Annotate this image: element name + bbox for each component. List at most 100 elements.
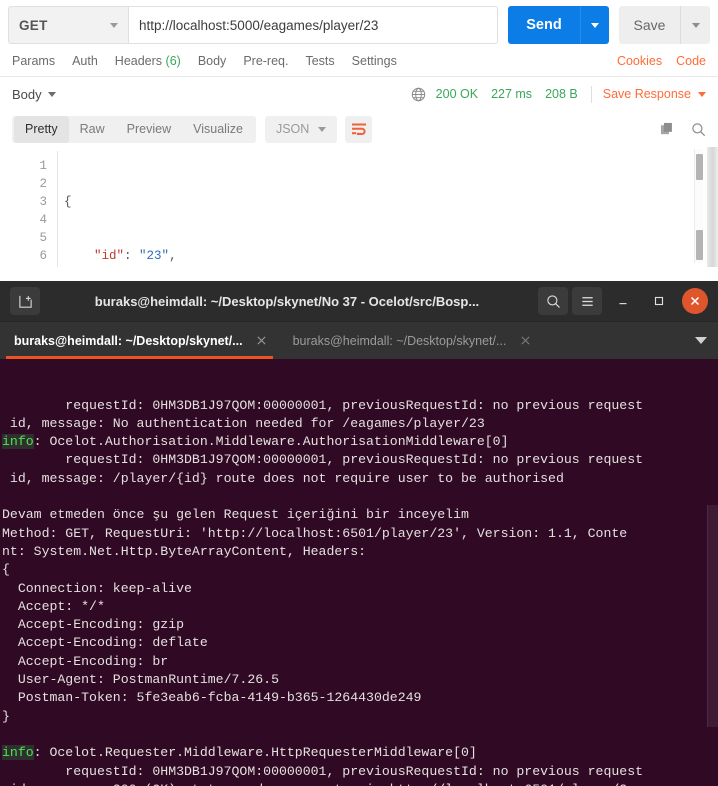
response-view-toolbar: Pretty Raw Preview Visualize JSON xyxy=(0,111,718,147)
request-tabs: Params Auth Headers (6) Body Pre-req. Te… xyxy=(0,45,718,77)
request-url-input[interactable]: http://localhost:5000/eagames/player/23 xyxy=(128,6,498,44)
word-wrap-button[interactable] xyxy=(345,115,373,143)
response-time: 227 ms xyxy=(491,87,533,101)
response-meta: 200 OK 227 ms 208 B Save Response xyxy=(411,85,706,103)
terminal-line-text: : Ocelot.Requester.Middleware.HttpReques… xyxy=(33,745,477,761)
chevron-down-icon[interactable] xyxy=(47,91,56,97)
globe-icon xyxy=(411,87,426,102)
send-options-button[interactable] xyxy=(580,6,609,44)
tab-label: Tests xyxy=(305,53,335,68)
tab-body[interactable]: Body xyxy=(198,54,227,68)
terminal-line: Accept-Encoding: br xyxy=(2,653,169,669)
response-status-code: 200 OK xyxy=(435,87,479,101)
minimize-button[interactable] xyxy=(608,287,638,315)
terminal-line: Accept: */* xyxy=(2,598,105,614)
view-tab-raw[interactable]: Raw xyxy=(69,116,116,143)
maximize-button[interactable] xyxy=(644,287,674,315)
chevron-down-icon xyxy=(110,22,118,28)
maximize-icon xyxy=(654,296,664,306)
response-actions xyxy=(660,122,706,137)
response-body-label: Body xyxy=(12,86,42,102)
terminal-line: requestId: 0HM3DB1J97QOM:00000001, previ… xyxy=(2,452,644,468)
save-options-button[interactable] xyxy=(680,6,710,44)
close-icon xyxy=(690,296,700,306)
terminal-line: Devam etmeden önce şu gelen Request içer… xyxy=(2,507,469,523)
tab-list-button[interactable] xyxy=(684,322,718,359)
json-open-brace: { xyxy=(64,195,72,209)
terminal-search-button[interactable] xyxy=(538,287,568,315)
code-link[interactable]: Code xyxy=(676,54,706,68)
terminal-line: info: Ocelot.Authorisation.Middleware.Au… xyxy=(1,433,718,451)
chevron-down-icon xyxy=(691,22,700,28)
terminal-line: } xyxy=(2,708,10,724)
json-line: "id": "23", xyxy=(57,247,718,265)
tab-auth[interactable]: Auth xyxy=(72,54,98,68)
http-method-dropdown[interactable]: GET xyxy=(8,6,128,44)
json-colon: : xyxy=(124,249,140,263)
terminal-window-title: buraks@heimdall: ~/Desktop/skynet/No 37 … xyxy=(94,293,480,309)
response-format-label: JSON xyxy=(275,122,310,136)
json-comma: , xyxy=(169,249,177,263)
terminal-output[interactable]: requestId: 0HM3DB1J97QOM:00000001, previ… xyxy=(0,359,718,786)
scrollbar-thumb[interactable] xyxy=(696,230,703,260)
terminal-line: Method: GET, RequestUri: 'http://localho… xyxy=(2,525,628,541)
terminal-tab-2[interactable]: buraks@heimdall: ~/Desktop/skynet/... xyxy=(279,322,543,359)
tab-settings[interactable]: Settings xyxy=(352,54,397,68)
tab-params[interactable]: Params xyxy=(12,54,55,68)
request-tabs-right: Cookies Code xyxy=(603,54,706,68)
save-button[interactable]: Save xyxy=(619,6,680,44)
terminal-tabbar: buraks@heimdall: ~/Desktop/skynet/... bu… xyxy=(0,322,718,359)
tab-label: Pre-req. xyxy=(243,53,289,68)
line-numbers: 1 2 3 4 5 6 xyxy=(39,159,47,263)
terminal-tab-1[interactable]: buraks@heimdall: ~/Desktop/skynet/... xyxy=(0,322,279,359)
response-size: 208 B xyxy=(545,87,578,101)
terminal-line-text: : Ocelot.Authorisation.Middleware.Author… xyxy=(33,434,509,450)
terminal-line: id, message: 200 (OK) status code, reque… xyxy=(1,781,718,786)
tab-tests[interactable]: Tests xyxy=(305,54,334,68)
minimize-icon xyxy=(619,303,627,305)
chevron-down-icon[interactable] xyxy=(698,91,706,97)
search-icon xyxy=(546,294,560,308)
tab-prerequest[interactable]: Pre-req. xyxy=(243,54,288,68)
chevron-down-icon xyxy=(591,22,599,28)
terminal-line: Accept-Encoding: deflate xyxy=(2,635,208,651)
save-response-button[interactable]: Save Response xyxy=(603,87,691,101)
copy-icon[interactable] xyxy=(660,122,675,137)
terminal-line: requestId: 0HM3DB1J97QOM:00000001, previ… xyxy=(2,397,644,413)
response-format-dropdown[interactable]: JSON xyxy=(264,115,338,143)
panel-edge xyxy=(707,147,718,267)
close-icon[interactable] xyxy=(255,334,269,348)
terminal-line: info: Ocelot.Requester.Middleware.HttpRe… xyxy=(1,744,718,762)
scrollbar-thumb[interactable] xyxy=(696,154,703,180)
terminal-line: { xyxy=(2,562,10,578)
send-button-group: Send xyxy=(508,6,609,44)
terminal-scrollbar[interactable] xyxy=(706,359,718,786)
json-code[interactable]: { "id": "23", "fullname": "Megen Enever"… xyxy=(57,147,718,267)
chevron-down-icon xyxy=(318,126,327,132)
response-view-tabs: Pretty Raw Preview Visualize xyxy=(12,115,256,143)
response-scrollbar[interactable] xyxy=(694,149,703,263)
tab-headers[interactable]: Headers (6) xyxy=(115,54,181,68)
response-status-bar: Body 200 OK 227 ms 208 B Save Response xyxy=(0,77,718,111)
terminal-line: Connection: keep-alive xyxy=(2,580,192,596)
close-button[interactable] xyxy=(682,288,708,314)
scrollbar-thumb[interactable] xyxy=(707,505,718,727)
view-tab-visualize[interactable]: Visualize xyxy=(182,116,254,143)
tab-label: Auth xyxy=(72,53,98,68)
new-tab-button[interactable] xyxy=(10,287,40,315)
response-body-viewer: 1 2 3 4 5 6 { "id": "23", "fullname": "M… xyxy=(0,147,718,267)
log-level-info: info xyxy=(2,434,34,450)
cookies-link[interactable]: Cookies xyxy=(617,54,662,68)
terminal-menu-button[interactable] xyxy=(572,287,602,315)
search-icon[interactable] xyxy=(691,122,706,137)
close-icon[interactable] xyxy=(518,334,532,348)
view-tab-pretty[interactable]: Pretty xyxy=(14,115,69,143)
tab-label: Params xyxy=(12,53,56,68)
terminal-titlebar: buraks@heimdall: ~/Desktop/skynet/No 37 … xyxy=(0,281,718,322)
http-method-label: GET xyxy=(19,17,48,33)
terminal-line: nt: System.Net.Http.ByteArrayContent, He… xyxy=(2,543,367,559)
view-tab-preview[interactable]: Preview xyxy=(116,116,182,143)
send-button[interactable]: Send xyxy=(508,6,580,44)
